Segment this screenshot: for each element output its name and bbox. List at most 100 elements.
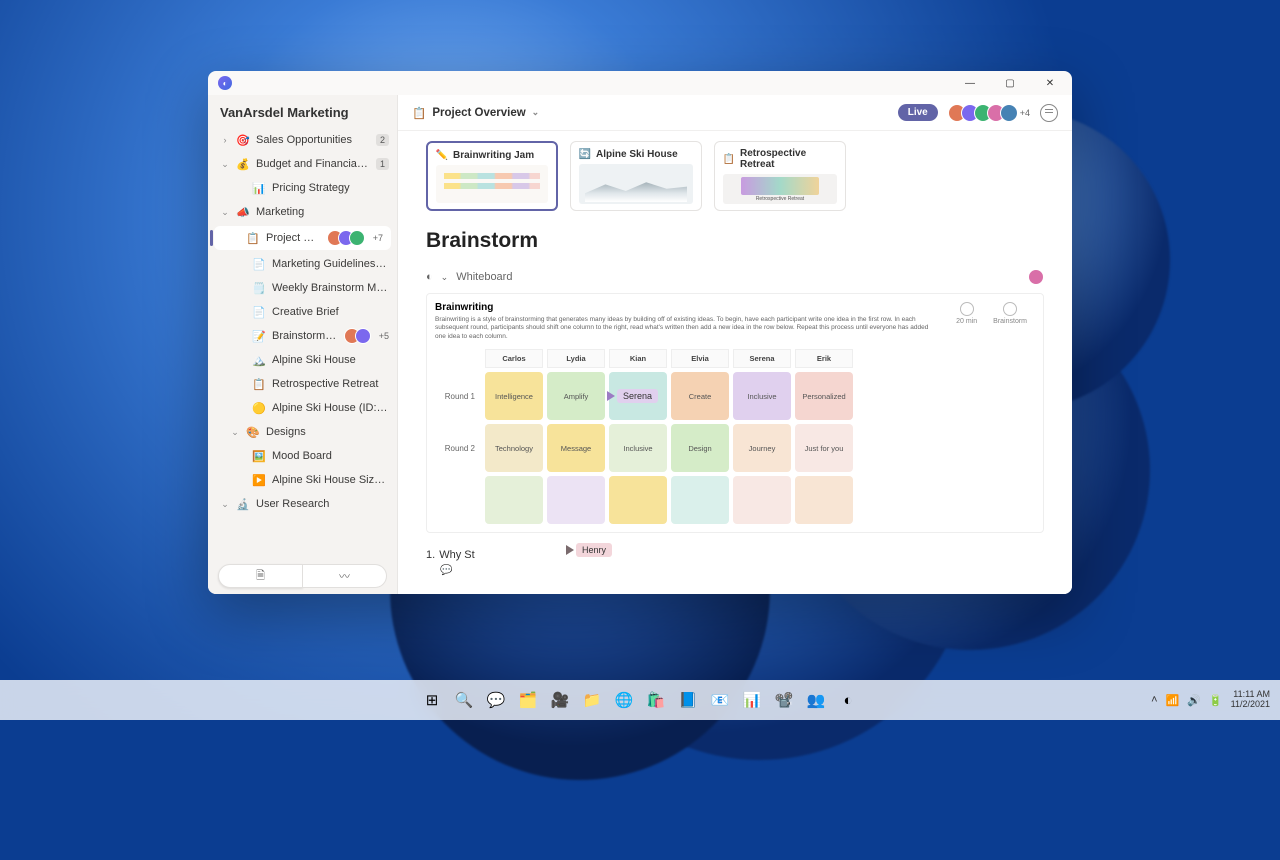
sidebar-item[interactable]: 📄Creative Brief xyxy=(208,300,397,324)
comments-icon[interactable] xyxy=(1040,104,1058,122)
wifi-icon[interactable]: 📶 xyxy=(1166,694,1180,707)
live-badge[interactable]: Live xyxy=(898,104,938,121)
sticky-note[interactable] xyxy=(609,476,667,524)
sticky-note[interactable] xyxy=(733,476,791,524)
whiteboard-presence[interactable] xyxy=(1028,269,1044,285)
sidebar-item[interactable]: 🟡Alpine Ski House (ID: 487... xyxy=(208,396,397,420)
item-label: Marketing xyxy=(256,206,389,218)
close-button[interactable]: ✕ xyxy=(1030,71,1070,95)
sidebar-item[interactable]: ⌄🔬User Research xyxy=(208,492,397,516)
sidebar-item[interactable]: 📋Project Overview+7 xyxy=(214,226,391,250)
list-item[interactable]: 1.Why St 💬 xyxy=(426,549,1044,576)
item-icon: 📊 xyxy=(252,181,266,195)
sidebar-item[interactable]: ⌄💰Budget and Financial Projection1 xyxy=(208,152,397,176)
presence-stack[interactable]: +4 xyxy=(948,104,1030,122)
sticky-note[interactable]: Just for you xyxy=(795,424,853,472)
sticky-note[interactable]: Message xyxy=(547,424,605,472)
taskbar-app-icon[interactable]: 📽️ xyxy=(770,686,798,714)
sidebar-item[interactable]: 🗒️Weekly Brainstorm Meeting xyxy=(208,276,397,300)
row-label: Round 2 xyxy=(435,424,481,472)
titlebar: ◐ — ▢ ✕ xyxy=(208,71,1072,95)
page-card[interactable]: 📋Retrospective Retreat xyxy=(714,141,846,211)
item-icon: 📄 xyxy=(252,257,266,271)
row-label: Round 1 xyxy=(435,372,481,420)
page-card[interactable]: ✏️Brainwriting Jam xyxy=(426,141,558,211)
sticky-note[interactable] xyxy=(485,476,543,524)
sticky-note[interactable]: Journey xyxy=(733,424,791,472)
item-label: Sales Opportunities xyxy=(256,134,370,146)
sidebar-item[interactable]: ⌄📣Marketing xyxy=(208,200,397,224)
card-icon: 🔄 xyxy=(579,148,591,160)
item-label: Weekly Brainstorm Meeting xyxy=(272,282,389,294)
sticky-note[interactable]: Amplify xyxy=(547,372,605,420)
maximize-button[interactable]: ▢ xyxy=(990,71,1030,95)
sidebar-item[interactable]: 📊Pricing Strategy xyxy=(208,176,397,200)
sidebar-item[interactable]: ›🎯Sales Opportunities2 xyxy=(208,128,397,152)
sticky-note[interactable]: Technology xyxy=(485,424,543,472)
presence-stack xyxy=(327,230,365,246)
sticky-note[interactable]: Create xyxy=(671,372,729,420)
item-icon: 🔬 xyxy=(236,497,250,511)
sticky-note[interactable] xyxy=(547,476,605,524)
sidebar-item[interactable]: ⌄🎨Designs xyxy=(208,420,397,444)
taskbar-app-icon[interactable]: 📊 xyxy=(738,686,766,714)
taskbar-app-icon[interactable]: 🔍 xyxy=(450,686,478,714)
whiteboard-canvas[interactable]: Brainwriting Brainwriting is a style of … xyxy=(426,293,1044,533)
item-label: Retrospective Retreat xyxy=(272,378,389,390)
minimize-button[interactable]: — xyxy=(950,71,990,95)
battery-icon[interactable]: 🔋 xyxy=(1209,694,1223,707)
sticky-note[interactable]: Personalized xyxy=(795,372,853,420)
chevron-icon: ⌄ xyxy=(220,207,230,218)
sticky-note[interactable] xyxy=(795,476,853,524)
breadcrumb[interactable]: 📋 Project Overview ⌄ xyxy=(412,106,539,120)
sticky-note[interactable]: Inclusive xyxy=(609,424,667,472)
taskbar-app-icon[interactable]: 🛍️ xyxy=(642,686,670,714)
column-header: Serena xyxy=(733,349,791,368)
sidebar-item[interactable]: ▶️Alpine Ski House Sizzle Re... xyxy=(208,468,397,492)
taskbar-app-icon[interactable]: 📧 xyxy=(706,686,734,714)
sidebar-item[interactable]: 🖼️Mood Board xyxy=(208,444,397,468)
sticky-note[interactable]: Inclusive xyxy=(733,372,791,420)
tray-chevron-icon[interactable]: ˄ xyxy=(1151,694,1157,706)
item-icon: 🎯 xyxy=(236,133,250,147)
chevron-down-icon[interactable]: ⌄ xyxy=(441,272,449,283)
column-header: Kian xyxy=(609,349,667,368)
sticky-note[interactable]: Design xyxy=(671,424,729,472)
item-label: Designs xyxy=(266,426,389,438)
column-header: Lydia xyxy=(547,349,605,368)
sidebar-item[interactable]: 🏔️Alpine Ski House xyxy=(208,348,397,372)
sidebar-item[interactable]: 📝Brainstorming+5 xyxy=(208,324,397,348)
loop-icon: ◐ xyxy=(426,271,433,283)
item-icon: 🖼️ xyxy=(252,449,266,463)
system-clock[interactable]: 11:11 AM11/2/2021 xyxy=(1231,690,1270,710)
item-label: Creative Brief xyxy=(272,306,389,318)
taskbar-app-icon[interactable]: 💬 xyxy=(482,686,510,714)
taskbar-app-icon[interactable]: ⊞ xyxy=(418,686,446,714)
card-thumbnail xyxy=(723,174,837,204)
sidebar-item[interactable]: 📋Retrospective Retreat xyxy=(208,372,397,396)
sticky-note[interactable] xyxy=(671,476,729,524)
card-label: Brainwriting Jam xyxy=(453,150,534,161)
taskbar-app-icon[interactable]: 👥 xyxy=(802,686,830,714)
item-label: Project Overview xyxy=(266,232,321,244)
volume-icon[interactable]: 🔊 xyxy=(1187,694,1201,707)
taskbar-app-icon[interactable]: ◐ xyxy=(834,686,862,714)
taskbar-app-icon[interactable]: 📘 xyxy=(674,686,702,714)
page-card[interactable]: 🔄Alpine Ski House xyxy=(570,141,702,211)
item-icon: 💰 xyxy=(236,157,250,171)
taskbar-app-icon[interactable]: 🗂️ xyxy=(514,686,542,714)
wb-desc-body: Brainwriting is a style of brainstorming… xyxy=(435,316,938,341)
whiteboard-label: Whiteboard xyxy=(456,271,512,283)
sidebar-item[interactable]: 📄Marketing Guidelines for V... xyxy=(208,252,397,276)
card-thumbnail xyxy=(579,164,693,204)
taskbar-app-icon[interactable]: 🌐 xyxy=(610,686,638,714)
sidebar-view-activity[interactable]: 〰 xyxy=(303,564,387,588)
card-thumbnail xyxy=(436,165,548,203)
taskbar-app-icon[interactable]: 🎥 xyxy=(546,686,574,714)
taskbar-app-icon[interactable]: 📁 xyxy=(578,686,606,714)
workspace-title: VanArsdel Marketing xyxy=(208,95,397,128)
sidebar-view-pages[interactable]: 🗎 xyxy=(218,564,303,588)
item-label: Budget and Financial Projection xyxy=(256,158,370,170)
item-icon: 📋 xyxy=(246,231,260,245)
sticky-note[interactable]: Intelligence xyxy=(485,372,543,420)
